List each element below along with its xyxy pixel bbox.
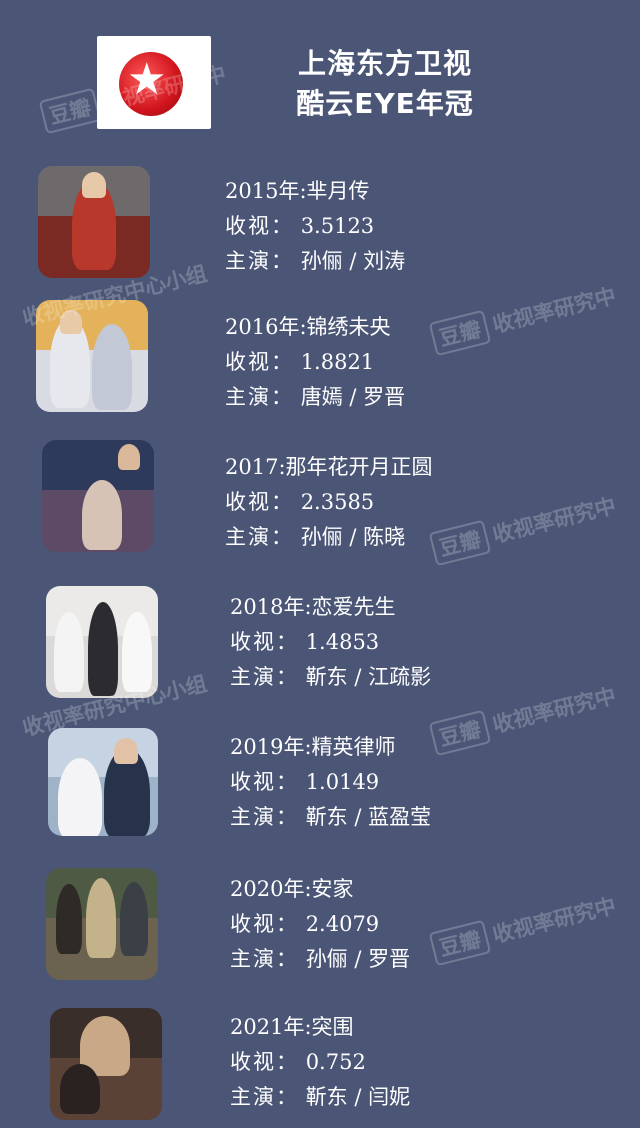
cast-label: 主演： <box>230 1085 299 1109</box>
cast-label: 主演： <box>225 525 294 549</box>
cast-value: 孙俪 / 刘涛 <box>300 249 406 273</box>
rating-value: 2.3585 <box>300 490 375 514</box>
cast-label: 主演： <box>230 947 299 971</box>
cast-value: 靳东 / 蓝盈莹 <box>305 805 432 829</box>
rating-label: 收视： <box>225 214 294 238</box>
list-item: 2018年:恋爱先生 收视： 1.4853 主演： 靳东 / 江疏影 <box>0 586 640 706</box>
drama-poster <box>42 440 154 552</box>
rating-label: 收视： <box>230 912 299 936</box>
rating-label: 收视： <box>230 770 299 794</box>
list-item: 2017:那年花开月正圆 收视： 2.3585 主演： 孙俪 / 陈晓 <box>0 440 640 560</box>
drama-poster <box>38 166 150 278</box>
list-item: 2021年:突围 收视： 0.752 主演： 靳东 / 闫妮 <box>0 1008 640 1128</box>
drama-title: 2018年:恋爱先生 <box>230 595 396 619</box>
rating-value: 1.8821 <box>300 350 375 374</box>
drama-poster <box>50 1008 162 1120</box>
cast-label: 主演： <box>230 665 299 689</box>
page-title: 上海东方卫视 酷云EYE年冠 <box>270 44 500 124</box>
cast-value: 靳东 / 闫妮 <box>305 1085 411 1109</box>
drama-title: 2021年:突围 <box>230 1015 354 1039</box>
cast-value: 孙俪 / 罗晋 <box>305 947 411 971</box>
cast-label: 主演： <box>225 385 294 409</box>
rating-value: 1.0149 <box>305 770 380 794</box>
rating-value: 1.4853 <box>305 630 380 654</box>
drama-title: 2020年:安家 <box>230 877 354 901</box>
drama-title: 2019年:精英律师 <box>230 735 396 759</box>
title-line-1: 上海东方卫视 <box>297 47 472 80</box>
drama-poster <box>46 586 158 698</box>
drama-title: 2016年:锦绣未央 <box>225 315 391 339</box>
rating-value: 2.4079 <box>305 912 380 936</box>
rating-label: 收视： <box>230 1050 299 1074</box>
list-item: 2019年:精英律师 收视： 1.0149 主演： 靳东 / 蓝盈莹 <box>0 728 640 848</box>
rating-label: 收视： <box>225 350 294 374</box>
cast-label: 主演： <box>230 805 299 829</box>
drama-title: 2015年:芈月传 <box>225 179 370 203</box>
cast-label: 主演： <box>225 249 294 273</box>
rating-value: 0.752 <box>305 1050 366 1074</box>
cast-value: 孙俪 / 陈晓 <box>300 525 406 549</box>
rating-value: 3.5123 <box>300 214 375 238</box>
cast-value: 靳东 / 江疏影 <box>305 665 432 689</box>
title-line-2: 酷云EYE年冠 <box>296 87 474 120</box>
rating-label: 收视： <box>230 630 299 654</box>
drama-poster <box>46 868 158 980</box>
rating-label: 收视： <box>225 490 294 514</box>
drama-poster <box>48 728 158 836</box>
cast-value: 唐嫣 / 罗晋 <box>300 385 406 409</box>
list-item: 2015年:芈月传 收视： 3.5123 主演： 孙俪 / 刘涛 <box>0 166 640 286</box>
drama-title: 2017:那年花开月正圆 <box>225 455 433 479</box>
